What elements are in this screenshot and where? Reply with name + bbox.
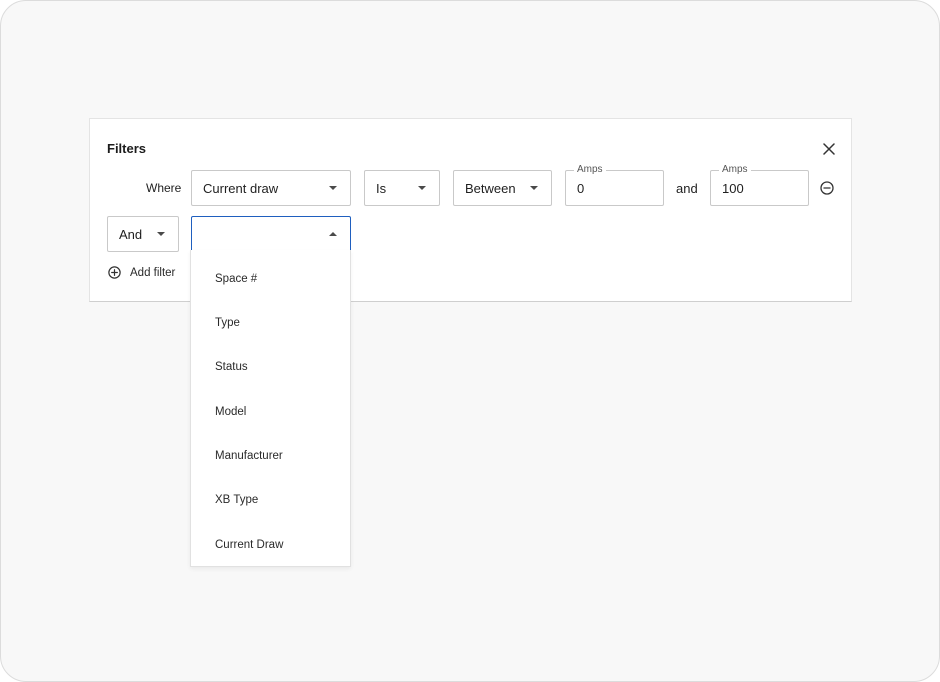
chevron-up-icon: [329, 232, 337, 236]
max-amps-legend: Amps: [719, 164, 751, 176]
field-select[interactable]: Current draw: [191, 170, 351, 206]
conjunction-select[interactable]: And: [107, 216, 179, 252]
plus-circle-icon: [108, 266, 121, 279]
min-amps-field[interactable]: Amps 0: [565, 164, 664, 206]
dropdown-option-space[interactable]: Space #: [215, 273, 257, 285]
dropdown-option-status[interactable]: Status: [215, 361, 248, 373]
chevron-down-icon: [418, 186, 426, 190]
chevron-down-icon: [329, 186, 337, 190]
new-field-select[interactable]: [191, 216, 351, 252]
add-filter-label: Add filter: [130, 266, 176, 279]
add-filter-button[interactable]: Add filter: [107, 265, 175, 280]
and-text: and: [676, 181, 698, 196]
max-amps-field[interactable]: Amps 100: [710, 164, 809, 206]
min-amps-value: 0: [577, 181, 585, 196]
chevron-down-icon: [530, 186, 538, 190]
min-amps-legend: Amps: [574, 164, 606, 176]
panel-title: Filters: [107, 141, 147, 156]
field-select-value: Current draw: [203, 180, 279, 196]
chevron-down-icon: [157, 232, 165, 236]
dropdown-option-model[interactable]: Model: [215, 406, 246, 418]
close-icon: [823, 143, 835, 155]
close-button[interactable]: [819, 139, 839, 159]
dropdown-option-manufacturer[interactable]: Manufacturer: [215, 450, 283, 462]
conjunction-select-value: And: [119, 226, 143, 242]
dropdown-option-xb-type[interactable]: XB Type: [215, 494, 258, 506]
minus-circle-icon: [820, 181, 834, 195]
max-amps-value: 100: [722, 181, 744, 196]
operator-select-value: Is: [376, 180, 387, 196]
where-label: Where: [146, 181, 182, 195]
app-frame: Filters Where Current draw Is Between Am…: [0, 0, 940, 682]
condition-select-value: Between: [465, 180, 516, 196]
remove-filter-button[interactable]: [819, 180, 835, 196]
field-dropdown-menu: Space # Type Status Model Manufacturer X…: [190, 250, 351, 567]
dropdown-option-type[interactable]: Type: [215, 317, 240, 329]
dropdown-option-current-draw[interactable]: Current Draw: [215, 539, 283, 551]
operator-select[interactable]: Is: [364, 170, 440, 206]
condition-select[interactable]: Between: [453, 170, 552, 206]
